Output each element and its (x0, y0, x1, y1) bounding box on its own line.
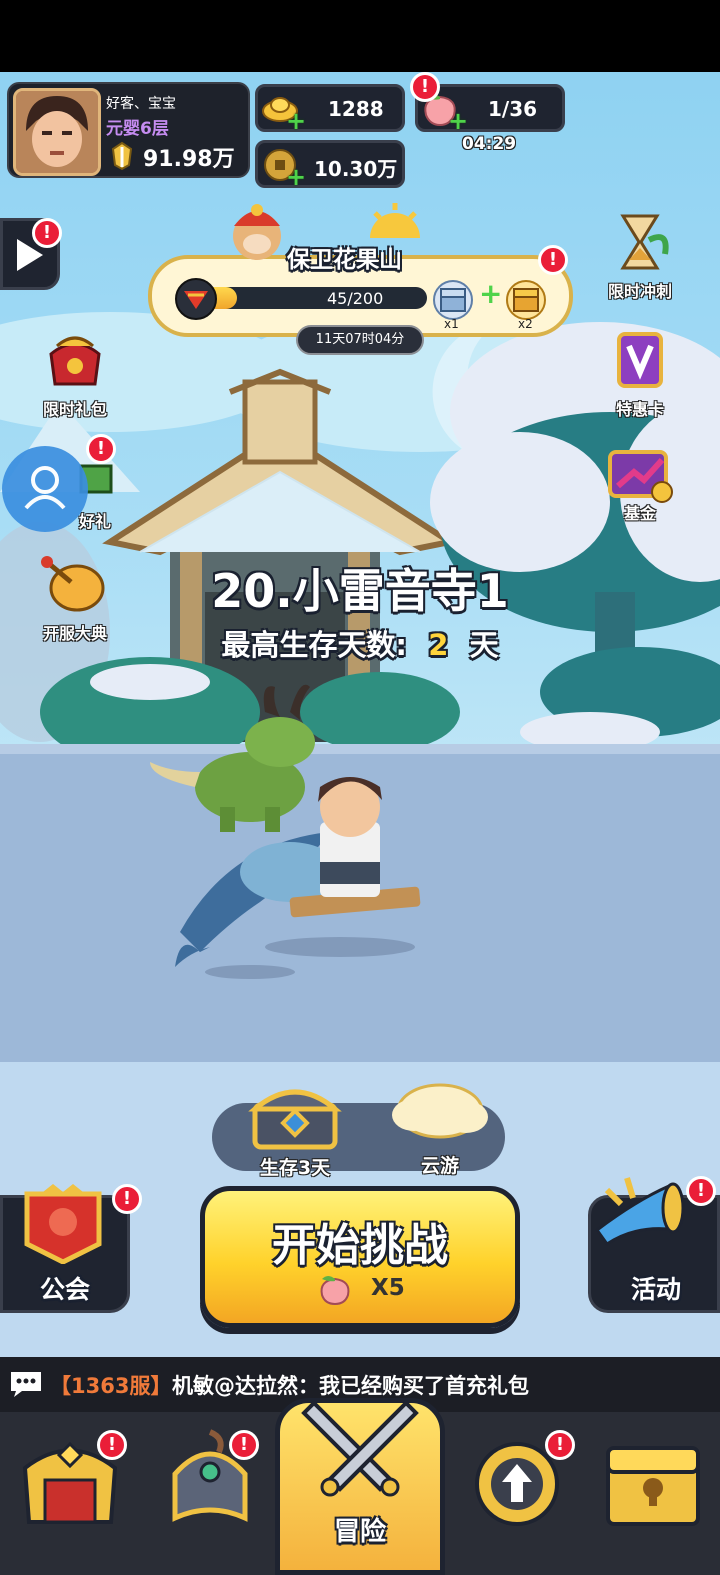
hourglass-icon (620, 214, 669, 270)
gift-pack-label: 限时礼包 (42, 400, 107, 419)
start-challenge-label: 开始挑战 (272, 1220, 448, 1271)
event-monkey-king-icon (222, 196, 292, 266)
gift-bag-icon (49, 336, 101, 386)
survival-unit: 天 (469, 628, 499, 662)
stamina-alert-badge: ! (410, 72, 440, 102)
event-countdown: 11天07时04分 (315, 332, 405, 347)
cloud-travel-label: 云游 (420, 1155, 459, 1177)
user-icon (24, 466, 66, 510)
coin-counter[interactable]: + 10.30万 (255, 140, 405, 191)
survival-record: 最高生存天数: 2 天 (0, 622, 720, 664)
start-cost-peach-icon (317, 1271, 353, 1307)
crossed-swords-icon (301, 1400, 419, 1497)
limited-sprint-label: 限时冲刺 (607, 282, 672, 301)
guild-label: 公会 (39, 1275, 90, 1304)
guild-banner-icon (24, 1184, 102, 1264)
player-name: 好客、宝宝 (106, 96, 176, 112)
player-card[interactable]: 好客、宝宝 元婴6层 91.98万 (7, 82, 250, 178)
reward-gold-chest-icon[interactable] (505, 279, 547, 321)
survival-days: 2 (428, 628, 449, 662)
treasure-box-icon (606, 1446, 700, 1526)
chat-bubble-icon (8, 1369, 44, 1399)
fund-chart-icon (608, 450, 673, 503)
survival-chest-button[interactable]: 生存3天 (240, 1075, 350, 1179)
start-cost: X5 (371, 1275, 405, 1301)
activity-label: 活动 (630, 1275, 681, 1304)
guild-button[interactable]: 公会 (0, 1184, 130, 1313)
survival-chest-label: 生存3天 (259, 1157, 331, 1179)
gold-amount: 1288 (328, 97, 384, 121)
treasure-chest-icon (248, 1089, 342, 1150)
reward2-count: x2 (518, 317, 533, 331)
activity-button[interactable]: 活动 (588, 1177, 720, 1313)
gift-pack-button[interactable]: 限时礼包 (20, 328, 130, 419)
stage-name: 20.小雷音寺1 (211, 564, 509, 618)
event-progress-text: 45/200 (327, 289, 384, 308)
stamina-amount: 1/36 (488, 97, 538, 121)
event-countdown-pill: 11天07时04分 (296, 325, 424, 355)
horn-icon (594, 1177, 685, 1247)
good-gift-alert-badge: ! (86, 434, 116, 464)
avatar[interactable] (13, 88, 101, 176)
tab-adventure[interactable]: 冒险 (275, 1398, 445, 1575)
vip-card-icon (617, 332, 663, 388)
tab-adventure-label: 冒险 (333, 1517, 386, 1547)
event-sun-icon (360, 198, 430, 248)
cloud-travel-button[interactable]: 云游 (380, 1075, 500, 1177)
player-realm: 元婴6层 (106, 119, 169, 139)
status-bar (0, 0, 720, 72)
reward-silver-chest-icon[interactable] (432, 279, 474, 321)
player-power: 91.98万 (143, 147, 235, 172)
avatar-portrait (16, 91, 98, 173)
start-challenge-button[interactable]: 开始挑战 X5 (200, 1186, 520, 1328)
reward-plus-icon: + (479, 277, 503, 310)
limited-sprint-button[interactable]: 限时冲刺 (585, 210, 695, 301)
gold-counter[interactable]: + 1288 (255, 84, 405, 135)
fund-button[interactable]: 基金 (585, 442, 695, 532)
cloud-icon (392, 1083, 488, 1139)
guild-alert-badge: ! (112, 1184, 142, 1214)
stamina-add-icon[interactable]: + (448, 107, 468, 135)
gold-add-icon[interactable]: + (286, 107, 306, 135)
special-card-button[interactable]: 特惠卡 (585, 328, 695, 419)
reward1-count: x1 (444, 317, 459, 331)
assistant-float-button[interactable] (2, 446, 88, 532)
power-icon (107, 141, 137, 171)
event-alert-badge: ! (538, 245, 568, 275)
tab-equipment-alert-badge: ! (229, 1430, 259, 1460)
coin-amount: 10.30万 (314, 157, 398, 181)
chat-server: 【1363服】 (50, 1374, 172, 1398)
event-flag-icon (174, 277, 218, 321)
coin-add-icon[interactable]: + (286, 163, 306, 191)
tab-treasure[interactable] (590, 1420, 720, 1570)
tab-upgrade-alert-badge: ! (545, 1430, 575, 1460)
special-card-label: 特惠卡 (615, 400, 664, 419)
survival-label: 最高生存天数: (221, 628, 407, 662)
event-progress-track (182, 287, 427, 309)
video-alert-badge: ! (32, 218, 62, 248)
stamina-timer: 04:29 (462, 134, 517, 154)
activity-alert-badge: ! (686, 1176, 716, 1206)
tab-shop-alert-badge: ! (97, 1430, 127, 1460)
